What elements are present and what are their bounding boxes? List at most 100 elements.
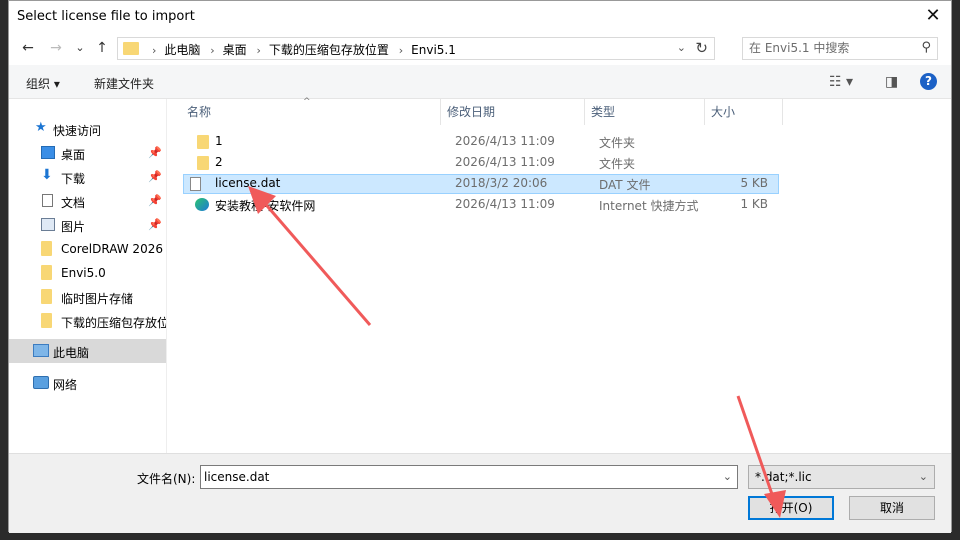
breadcrumb-item[interactable]: 此电脑 [164,43,200,57]
table-row[interactable]: 1 2026/4/13 11:09 文件夹 [183,132,779,152]
folder-icon [41,241,52,256]
file-type: 文件夹 [599,157,636,171]
picture-icon [41,218,55,231]
address-bar[interactable]: › 此电脑 › 桌面 › 下载的压缩包存放位置 › Envi5.1 ⌄ ↻ [117,37,715,60]
sidebar-item-network[interactable]: 网络 [9,371,166,395]
sidebar-item-temp-pictures[interactable]: 临时图片存储 [9,285,166,309]
sidebar-item-label: 网络 [53,378,78,392]
help-icon[interactable]: ? [920,73,937,90]
search-icon[interactable]: ⚲ [921,40,931,55]
column-header-size[interactable]: 大小 [705,99,783,125]
folder-icon [197,156,209,170]
file-type: 文件夹 [599,136,636,150]
sidebar-item-label: 图片 [61,220,86,234]
sidebar-item-quick-access[interactable]: ★ 快速访问 [9,117,166,141]
pin-icon: 📌 [148,194,162,207]
sidebar-item-label: 临时图片存储 [61,292,134,306]
sidebar-item-label: 桌面 [61,148,86,162]
file-name: 1 [215,134,223,148]
breadcrumb-item[interactable]: 桌面 [223,43,247,57]
file-list: ^ 名称 修改日期 类型 大小 1 2026/4/13 11:09 文件夹 2 … [167,97,951,453]
chevron-right-icon: › [398,44,404,57]
recent-locations-button[interactable]: ⌄ [71,39,89,57]
forward-button[interactable]: → [47,39,65,57]
back-button[interactable]: ← [19,39,37,57]
download-icon: ⬇ [41,167,53,183]
file-type: Internet 快捷方式 [599,199,699,213]
file-type-value: *.dat;*.lic [755,470,812,484]
sidebar-item-pictures[interactable]: 图片 📌 [9,213,166,237]
sidebar-item-downloads-archive[interactable]: 下载的压缩包存放位 [9,309,166,333]
file-icon [190,177,201,191]
chevron-right-icon: › [152,44,157,57]
table-row[interactable]: 2 2026/4/13 11:09 文件夹 [183,153,779,173]
up-button[interactable]: ↑ [93,39,111,57]
breadcrumb-item[interactable]: 下载的压缩包存放位置 [269,43,389,57]
breadcrumb-item[interactable]: Envi5.1 [411,43,456,57]
sidebar-item-documents[interactable]: 文档 📌 [9,189,166,213]
sidebar-item-label: 下载 [61,172,86,186]
sidebar-item-envi50[interactable]: Envi5.0 [9,261,166,285]
close-button[interactable]: ✕ [921,5,945,27]
edge-icon [195,198,209,211]
pin-icon: 📌 [148,218,162,231]
sidebar-item-label: CorelDRAW 2026 [61,242,163,256]
star-icon: ★ [35,120,47,135]
refresh-icon[interactable]: ↻ [695,39,708,57]
title-bar: Select license file to import ✕ [9,1,951,33]
dialog-footer: 文件名(N): ⌄ *.dat;*.lic ⌄ 打开(O) 取消 [9,453,951,533]
preview-pane-icon[interactable]: ◨ [885,74,898,90]
cancel-button[interactable]: 取消 [849,496,935,520]
file-type-select[interactable]: *.dat;*.lic ⌄ [748,465,935,489]
chevron-right-icon: › [210,44,215,57]
document-icon [42,194,53,207]
sidebar-item-label: 下载的压缩包存放位 [61,316,166,330]
computer-icon [33,344,49,357]
network-icon [33,376,49,389]
pin-icon: 📌 [148,146,162,159]
search-box[interactable]: ⚲ [742,37,938,60]
file-date: 2026/4/13 11:09 [455,134,555,148]
file-name: 安装教程-安软件网 [215,199,316,213]
table-row-selected[interactable]: license.dat 2018/3/2 20:06 DAT 文件 5 KB [183,174,779,194]
file-name: 2 [215,155,223,169]
open-button[interactable]: 打开(O) [748,496,834,520]
organize-button[interactable]: 组织 ▾ [26,75,60,92]
sidebar-item-desktop[interactable]: 桌面 📌 [9,141,166,165]
folder-icon [197,135,209,149]
file-date: 2018/3/2 20:06 [455,176,548,190]
table-row[interactable]: 安装教程-安软件网 2026/4/13 11:09 Internet 快捷方式 … [183,195,779,215]
chevron-down-icon[interactable]: ⌄ [723,470,732,483]
sidebar-item-downloads[interactable]: ⬇ 下载 📌 [9,165,166,189]
sidebar-item-this-pc[interactable]: 此电脑 [9,339,166,363]
new-folder-button[interactable]: 新建文件夹 [94,75,154,92]
file-date: 2026/4/13 11:09 [455,197,555,211]
column-header-date[interactable]: 修改日期 [441,99,585,125]
file-type: DAT 文件 [599,178,651,192]
window-title: Select license file to import [17,9,195,24]
column-header-type[interactable]: 类型 [585,99,705,125]
sidebar-item-label: 此电脑 [53,346,90,360]
sidebar-item-label: 快速访问 [53,124,102,138]
search-input[interactable] [749,38,919,58]
breadcrumb: › 此电脑 › 桌面 › 下载的压缩包存放位置 › Envi5.1 [146,41,456,58]
filename-combobox[interactable]: ⌄ [200,465,738,489]
chevron-down-icon[interactable]: ⌄ [677,41,686,54]
chevron-right-icon: › [256,44,261,57]
file-date: 2026/4/13 11:09 [455,155,555,169]
navigation-pane: ★ 快速访问 桌面 📌 ⬇ 下载 📌 文档 📌 图片 📌 CorelDRAW 2… [9,99,166,453]
filename-field[interactable] [204,466,704,487]
change-view-icon[interactable]: ☷ ▾ [829,74,853,90]
folder-icon [123,42,139,55]
navigation-bar: ← → ⌄ ↑ › 此电脑 › 桌面 › 下载的压缩包存放位置 › Envi5.1 ⌄ … [9,33,951,63]
sidebar-item-coreldraw[interactable]: CorelDRAW 2026 [9,237,166,261]
folder-icon [41,289,52,304]
sidebar-item-label: Envi5.0 [61,266,106,280]
file-size: 5 KB [740,176,768,190]
folder-icon [41,265,52,280]
filename-label: 文件名(N): [137,472,196,486]
column-header-name[interactable]: 名称 [181,99,441,125]
file-size: 1 KB [740,197,768,211]
file-open-dialog: Select license file to import ✕ ← → ⌄ ↑ … [8,0,952,533]
desktop-icon [41,146,55,159]
